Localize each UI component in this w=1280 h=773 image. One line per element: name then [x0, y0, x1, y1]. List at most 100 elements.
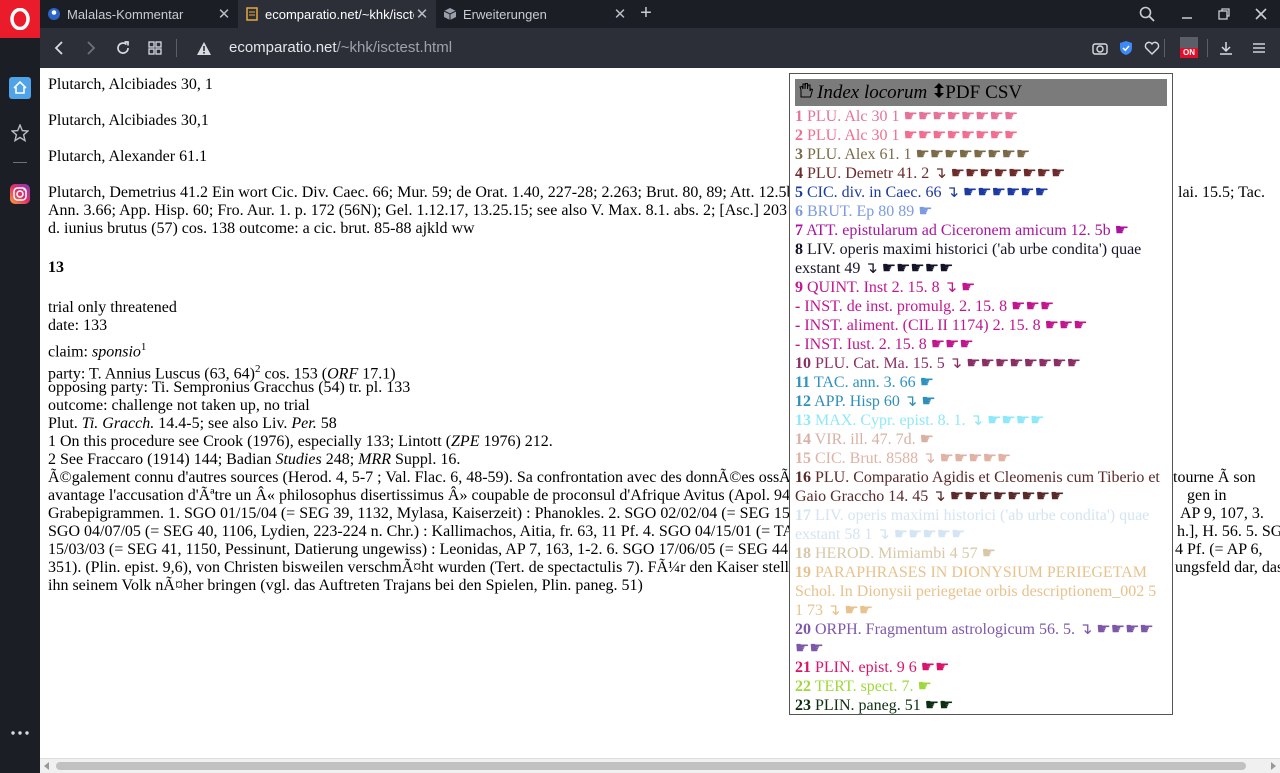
search-tabs-icon[interactable]: [1137, 4, 1157, 24]
entry-citation[interactable]: INST. Iust. 2. 15. 8: [804, 336, 926, 353]
entry-citation[interactable]: ATT. epistularum ad Ciceronem amicum 12.…: [806, 222, 1111, 239]
close-icon[interactable]: ✕: [612, 5, 628, 23]
camera-icon[interactable]: [1090, 38, 1110, 58]
pointing-hands-icon[interactable]: ☛☛☛☛☛: [882, 260, 954, 277]
entry-citation[interactable]: PLU. Alc 30 1: [807, 108, 899, 125]
pointing-hands-icon[interactable]: ☛: [1115, 222, 1129, 239]
menu-icon[interactable]: [1249, 38, 1269, 58]
entry-citation[interactable]: LIV. operis maximi historici ('ab urbe c…: [795, 507, 1149, 543]
pointing-hands-icon[interactable]: ☛: [921, 393, 935, 410]
pointing-hands-icon[interactable]: ☛☛☛: [1011, 298, 1054, 315]
entry-citation[interactable]: TERT. spect. 7.: [815, 678, 914, 695]
tab-erweiterungen[interactable]: Erweiterungen ✕: [436, 0, 634, 28]
index-entry[interactable]: 13 MAX. Cypr. epist. 8. 1. ↴ ☛☛☛☛: [795, 411, 1167, 430]
opera-menu-icon[interactable]: [0, 0, 40, 38]
pointing-hands-icon[interactable]: ☛☛☛☛☛☛☛☛: [951, 165, 1066, 182]
updown-arrow-icon[interactable]: [933, 82, 945, 103]
index-entry[interactable]: 12 APP. Hisp 60 ↴ ☛: [795, 392, 1167, 411]
entry-citation[interactable]: BRUT. Ep 80 89: [807, 203, 914, 220]
pointing-hands-icon[interactable]: ☛: [917, 678, 931, 695]
forward-icon[interactable]: [81, 38, 101, 58]
heart-icon[interactable]: [1142, 38, 1162, 58]
back-icon[interactable]: [49, 38, 69, 58]
close-icon[interactable]: ✕: [414, 5, 430, 23]
pointing-hands-icon[interactable]: ☛☛: [925, 697, 954, 714]
index-entry[interactable]: - INST. aliment. (CIL II 1174) 2. 15. 8 …: [795, 316, 1167, 335]
pointing-hands-icon[interactable]: ☛☛☛☛☛☛☛☛: [903, 127, 1018, 144]
index-entry[interactable]: 17 LIV. operis maximi historici ('ab urb…: [795, 506, 1167, 544]
index-entry[interactable]: 14 VIR. ill. 47. 7d. ☛: [795, 430, 1167, 449]
entry-citation[interactable]: VIR. ill. 47. 7d.: [815, 431, 916, 448]
scroll-left-icon[interactable]: [44, 762, 49, 770]
pointing-hands-icon[interactable]: ☛☛: [844, 602, 873, 619]
tab-isctest[interactable]: ecomparatio.net/~khk/iscte ✕: [238, 0, 436, 28]
index-entry[interactable]: 22 TERT. spect. 7. ☛: [795, 677, 1167, 696]
index-entry[interactable]: 9 QUINT. Inst 2. 15. 8 ↴ ☛: [795, 278, 1167, 297]
vpn-icon[interactable]: ON: [1179, 36, 1199, 62]
pointing-hands-icon[interactable]: ☛☛☛: [1045, 317, 1088, 334]
index-entry[interactable]: 10 PLU. Cat. Ma. 15. 5 ↴ ☛☛☛☛☛☛☛☛: [795, 354, 1167, 373]
pointing-hands-icon[interactable]: ☛: [918, 203, 932, 220]
index-entry[interactable]: 23 PLIN. paneg. 51 ☛☛: [795, 696, 1167, 714]
index-entry[interactable]: 3 PLU. Alex 61. 1 ☛☛☛☛☛☛☛☛: [795, 145, 1167, 164]
entry-citation[interactable]: INST. aliment. (CIL II 1174) 2. 15. 8: [804, 317, 1040, 334]
pointing-hands-icon[interactable]: ☛☛☛: [931, 336, 974, 353]
pointing-hands-icon[interactable]: ☛: [920, 374, 934, 391]
pointing-hands-icon[interactable]: ☛☛☛☛☛☛☛☛: [950, 488, 1065, 505]
index-entry[interactable]: 1 PLU. Alc 30 1 ☛☛☛☛☛☛☛☛: [795, 107, 1167, 126]
hand-icon[interactable]: [797, 82, 814, 103]
entry-citation[interactable]: ORPH. Fragmentum astrologicum 56. 5. ↴: [815, 621, 1092, 638]
entry-citation[interactable]: PLIN. epist. 9 6: [815, 659, 917, 676]
index-entry[interactable]: 2 PLU. Alc 30 1 ☛☛☛☛☛☛☛☛: [795, 126, 1167, 145]
csv-link[interactable]: CSV: [985, 83, 1022, 102]
pointing-hands-icon[interactable]: ☛☛: [921, 659, 950, 676]
entry-citation[interactable]: TAC. ann. 3. 66: [814, 374, 916, 391]
entry-citation[interactable]: PLU. Cat. Ma. 15. 5 ↴: [815, 355, 962, 372]
star-icon[interactable]: [9, 122, 31, 144]
index-entry[interactable]: 19 PARAPHRASES IN DIONYSIUM PERIEGETAM S…: [795, 563, 1167, 620]
entry-citation[interactable]: APP. Hisp 60 ↴: [814, 393, 917, 410]
index-entry[interactable]: 16 PLU. Comparatio Agidis et Cleomenis c…: [795, 468, 1167, 506]
instagram-icon[interactable]: [9, 183, 31, 205]
shield-icon[interactable]: [1116, 38, 1136, 58]
pointing-hands-icon[interactable]: ☛: [982, 545, 996, 562]
scroll-right-icon[interactable]: [1271, 762, 1276, 770]
index-entry[interactable]: 6 BRUT. Ep 80 89 ☛: [795, 202, 1167, 221]
index-entry[interactable]: 11 TAC. ann. 3. 66 ☛: [795, 373, 1167, 392]
close-window-icon[interactable]: [1251, 4, 1271, 24]
pointing-hands-icon[interactable]: ☛☛☛☛☛: [940, 450, 1012, 467]
entry-citation[interactable]: PLU. Alc 30 1: [807, 127, 899, 144]
entry-citation[interactable]: PLU. Demetr 41. 2 ↴: [807, 165, 947, 182]
pdf-link[interactable]: PDF: [945, 83, 980, 102]
new-tab-button[interactable]: +: [636, 3, 656, 24]
pointing-hands-icon[interactable]: ☛☛☛☛: [987, 412, 1044, 429]
entry-citation[interactable]: PLIN. paneg. 51: [815, 697, 921, 714]
home-icon[interactable]: [9, 77, 31, 99]
pointing-hands-icon[interactable]: ☛☛☛☛☛: [894, 526, 966, 543]
entry-citation[interactable]: MAX. Cypr. epist. 8. 1. ↴: [815, 412, 983, 429]
warning-icon[interactable]: [194, 38, 214, 58]
more-icon[interactable]: [9, 722, 31, 744]
pointing-hands-icon[interactable]: ☛☛☛☛☛☛☛☛: [966, 355, 1081, 372]
horizontal-scrollbar[interactable]: [40, 758, 1280, 773]
index-entry[interactable]: 21 PLIN. epist. 9 6 ☛☛: [795, 658, 1167, 677]
index-entry[interactable]: 5 CIC. div. in Caec. 66 ↴ ☛☛☛☛☛☛: [795, 183, 1167, 202]
restore-icon[interactable]: [1214, 4, 1234, 24]
index-entry[interactable]: 15 CIC. Brut. 8588 ↴ ☛☛☛☛☛: [795, 449, 1167, 468]
tab-malalas[interactable]: Malalas-Kommentar ✕: [40, 0, 238, 28]
pointing-hands-icon[interactable]: ☛: [920, 431, 934, 448]
grid-icon[interactable]: [145, 38, 165, 58]
pointing-hands-icon[interactable]: ☛: [961, 279, 975, 296]
close-icon[interactable]: ✕: [216, 5, 232, 23]
entry-citation[interactable]: HEROD. Mimiambi 4 57: [815, 545, 978, 562]
pointing-hands-icon[interactable]: ☛☛☛☛☛☛☛☛: [903, 108, 1018, 125]
entry-citation[interactable]: INST. de inst. promulg. 2. 15. 8: [804, 298, 1007, 315]
index-entry[interactable]: 18 HEROD. Mimiambi 4 57 ☛: [795, 544, 1167, 563]
index-entry[interactable]: 4 PLU. Demetr 41. 2 ↴ ☛☛☛☛☛☛☛☛: [795, 164, 1167, 183]
entry-citation[interactable]: CIC. Brut. 8588 ↴: [815, 450, 936, 467]
index-entry[interactable]: - INST. de inst. promulg. 2. 15. 8 ☛☛☛: [795, 297, 1167, 316]
pointing-hands-icon[interactable]: ☛☛☛☛☛☛: [963, 184, 1049, 201]
entry-citation[interactable]: LIV. operis maximi historici ('ab urbe c…: [795, 241, 1141, 277]
index-entry[interactable]: 7 ATT. epistularum ad Ciceronem amicum 1…: [795, 221, 1167, 240]
download-icon[interactable]: [1216, 38, 1236, 58]
